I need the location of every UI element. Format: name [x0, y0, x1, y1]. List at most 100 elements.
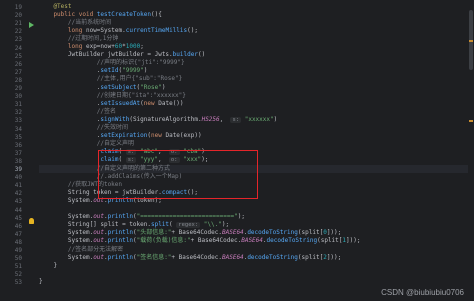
code-token: .: [39, 156, 101, 164]
code-token: signWith: [100, 115, 130, 123]
code-line[interactable]: }: [39, 278, 468, 286]
code-token: }: [39, 277, 43, 285]
code-line[interactable]: //签名部分无法解密: [39, 246, 468, 254]
code-token: "头部信息:": [136, 229, 172, 237]
code-line[interactable]: .setExpiration(new Date(exp)): [39, 132, 468, 140]
line-number: 41: [14, 182, 22, 190]
line-number: 32: [14, 109, 22, 117]
code-token: public void: [39, 10, 97, 18]
line-number-gutter: 19 20 21 22 23 24 25 26 27 28 29 30 31 32 33 34 35 36 37 38…: [0, 0, 27, 301]
code-token: out: [93, 229, 105, 237]
code-token: .: [39, 83, 101, 91]
line-number: 46: [14, 222, 22, 230]
code-line[interactable]: [39, 270, 468, 278]
code-token: );: [221, 221, 230, 229]
code-line[interactable]: //声明的标识{"jti":"9999"}: [39, 59, 468, 67]
code-line[interactable]: //当前系统时间: [39, 19, 468, 27]
code-token: + Base64Codec.: [190, 237, 242, 245]
code-token: .: [39, 99, 101, 107]
code-line[interactable]: //过期时间,1分钟: [39, 35, 468, 43]
code-token: System.: [39, 237, 94, 245]
code-line[interactable]: //失效时间: [39, 124, 468, 132]
code-line[interactable]: System.out.println("====================…: [39, 213, 468, 221]
code-line[interactable]: JwtBuilder jwtBuilder = Jwts.builder(): [39, 51, 468, 59]
code-token: long: [39, 43, 86, 50]
code-token: ): [143, 67, 148, 75]
line-number: 39: [14, 166, 22, 173]
code-token: ]));: [326, 229, 342, 237]
code-token: new: [151, 132, 166, 140]
code-token: currentTimeMillis: [125, 26, 188, 34]
line-number: 35: [14, 133, 22, 141]
code-token: System.: [39, 229, 94, 237]
code-line[interactable]: long exp=now+60*1000;: [39, 43, 468, 51]
code-token: exp=now+: [85, 43, 115, 50]
code-token: (SignatureAlgorithm.: [129, 115, 202, 123]
code-token: setExpiration: [100, 132, 148, 140]
code-token: ]));: [326, 253, 342, 261]
code-token: + Base64Codec.: [171, 253, 222, 261]
code-token: "==========================": [136, 213, 238, 221]
code-line[interactable]: public void testCreateToken(){: [39, 11, 468, 19]
code-token: "xxxxxx": [241, 115, 274, 123]
code-token: "Rose": [140, 83, 162, 91]
code-line[interactable]: @Test: [39, 3, 468, 11]
code-line[interactable]: System.out.println("签名信息:"+ Base64Codec.…: [39, 254, 468, 262]
line-number: 19: [14, 4, 22, 11]
code-editor[interactable]: 19 20 21 22 23 24 25 26 27 28 29 30 31 32 33 34 35 36 37 38…: [0, 0, 474, 301]
line-number: 31: [14, 101, 22, 109]
code-token: "签名信息:": [136, 253, 172, 261]
code-token: System.: [39, 213, 94, 221]
code-line[interactable]: //自定义声明: [39, 140, 468, 148]
run-test-icon[interactable]: [29, 22, 34, 28]
code-token: //签名部分无法解密: [39, 245, 124, 253]
code-token: out: [93, 237, 105, 245]
code-token: BASE64: [241, 237, 263, 245]
code-token: long: [39, 26, 86, 34]
code-token: (split[: [297, 229, 324, 237]
code-line[interactable]: long now=System.currentTimeMillis();: [39, 27, 468, 35]
code-token: (){: [150, 10, 162, 18]
code-token: println: [107, 213, 133, 221]
line-number: 30: [14, 93, 22, 101]
code-token: (): [197, 51, 206, 59]
warning-marker[interactable]: [469, 120, 473, 122]
code-token: 1000: [125, 43, 141, 50]
code-token: //签名: [39, 107, 117, 115]
line-number: 23: [14, 36, 22, 44]
code-token: System.: [39, 253, 94, 261]
code-token: + Base64Codec.: [171, 229, 222, 237]
code-token: BASE64: [222, 253, 244, 261]
gutter-markers: [27, 0, 39, 301]
code-token: setId: [100, 67, 119, 75]
line-number: 44: [14, 206, 22, 214]
line-number: 45: [14, 214, 22, 222]
code-token: //创建日期{"ita":"xxxxxx"}: [39, 91, 186, 99]
code-line[interactable]: //主体,用户{"sub":"Rose"}: [39, 75, 468, 83]
warning-marker[interactable]: [469, 40, 473, 42]
highlight-box: [98, 150, 258, 199]
code-token: .: [39, 132, 101, 140]
code-line[interactable]: .signWith(SignatureAlgorithm.HS256, s: "…: [39, 116, 468, 124]
code-line[interactable]: System.out.println("载荷(负载)信息:"+ Base64Co…: [39, 237, 468, 245]
code-line[interactable]: .setSubject("Rose"): [39, 84, 468, 92]
lightbulb-icon[interactable]: [29, 218, 34, 224]
code-token: ]));: [346, 237, 361, 245]
code-line[interactable]: .setIssuedAt(new Date()): [39, 100, 468, 108]
code-line[interactable]: }: [39, 262, 468, 270]
code-token: ): [273, 115, 278, 123]
code-token: @Test: [39, 2, 72, 10]
code-token: decodeToString: [247, 253, 298, 261]
code-token: HS256: [201, 115, 220, 123]
code-line[interactable]: //签名: [39, 108, 468, 116]
code-line[interactable]: //创建日期{"ita":"xxxxxx"}: [39, 92, 468, 100]
code-token: //当前系统时间: [39, 18, 112, 26]
line-number: 53: [14, 279, 22, 287]
vertical-scrollbar[interactable]: [468, 0, 474, 301]
code-line[interactable]: [39, 205, 468, 213]
watermark: CSDN @biubiubiu0706: [381, 288, 464, 297]
code-token: BASE64: [222, 229, 244, 237]
line-number: 21: [14, 20, 22, 28]
code-token: (split[: [297, 253, 324, 261]
line-number: 22: [14, 28, 22, 36]
